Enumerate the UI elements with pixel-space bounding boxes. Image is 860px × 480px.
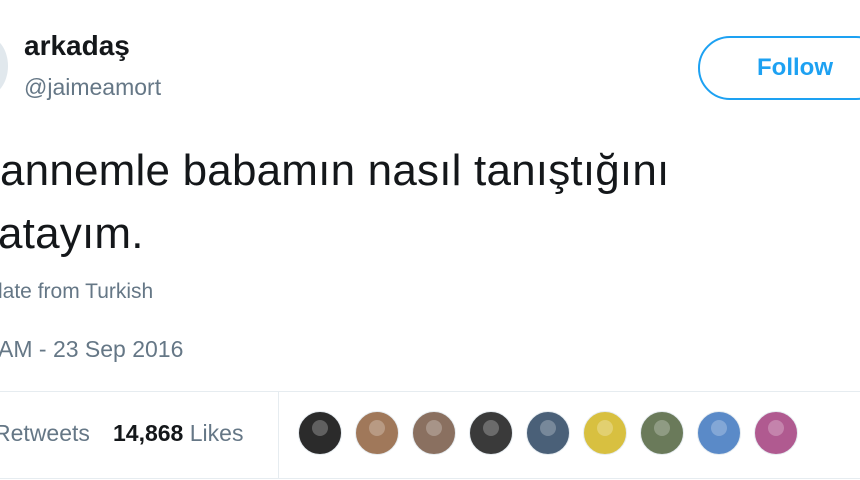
liker-avatar[interactable] — [697, 411, 741, 455]
retweets-label: Retweets — [0, 420, 90, 446]
liker-avatar[interactable] — [298, 411, 342, 455]
tweet-text-line-1: annemle babamın nasıl tanıştığını — [0, 146, 670, 195]
divider — [0, 478, 860, 479]
likes-stat[interactable]: 14,868 Likes — [113, 420, 243, 447]
liker-avatar[interactable] — [469, 411, 513, 455]
retweets-stat[interactable]: Retweets — [0, 420, 90, 447]
liker-avatar[interactable] — [640, 411, 684, 455]
translate-link[interactable]: late from Turkish — [0, 280, 153, 304]
liker-avatar[interactable] — [355, 411, 399, 455]
divider — [0, 391, 860, 392]
liker-avatar[interactable] — [526, 411, 570, 455]
likes-count: 14,868 — [113, 420, 184, 446]
likes-label: Likes — [189, 420, 244, 446]
tweet-text-line-2: atayım. — [0, 209, 144, 258]
user-handle[interactable]: @jaimeamort — [24, 74, 161, 101]
likers-avatars — [298, 411, 798, 459]
divider — [278, 392, 279, 478]
liker-avatar[interactable] — [754, 411, 798, 455]
follow-button[interactable]: Follow — [698, 36, 860, 100]
display-name[interactable]: arkadaş — [24, 30, 130, 62]
avatar[interactable] — [0, 36, 8, 96]
liker-avatar[interactable] — [412, 411, 456, 455]
tweet-timestamp[interactable]: AM - 23 Sep 2016 — [0, 336, 183, 363]
liker-avatar[interactable] — [583, 411, 627, 455]
